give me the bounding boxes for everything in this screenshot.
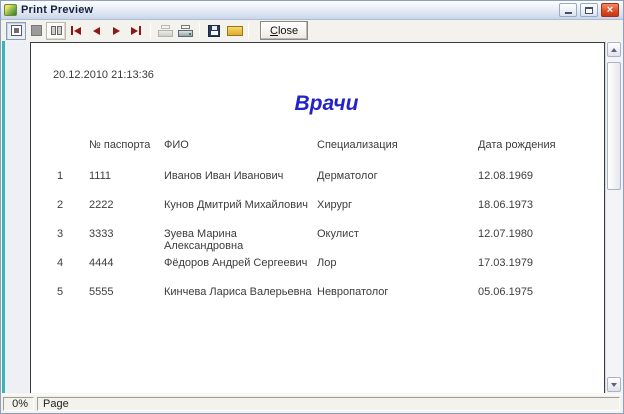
scrollbar-thumb[interactable] xyxy=(607,62,621,190)
table-row: 3 3333 Зуева Марина Александровна Окулис… xyxy=(31,228,604,257)
zoom-100-button[interactable] xyxy=(26,22,46,40)
zoom-level-panel: 0% xyxy=(3,397,34,411)
statusbar: 0% Page xyxy=(1,394,623,413)
cell-specialization: Окулист xyxy=(317,228,359,240)
prev-page-icon xyxy=(92,26,100,35)
report-title: Врачи xyxy=(294,92,359,115)
cell-row-number: 3 xyxy=(57,228,64,240)
printer-setup-button xyxy=(155,22,175,40)
next-page-icon xyxy=(112,26,120,35)
toolbar-separator xyxy=(248,22,249,39)
cell-passport: 3333 xyxy=(89,228,114,240)
cell-specialization: Лор xyxy=(317,257,337,269)
printer-setup-icon xyxy=(157,24,173,37)
cell-specialization: Дерматолог xyxy=(317,170,378,182)
column-header-fio: ФИО xyxy=(164,139,189,151)
cell-fio: Кинчева Лариса Валерьевна xyxy=(164,286,312,298)
two-pages-button[interactable] xyxy=(46,21,66,40)
maximize-icon xyxy=(585,6,593,14)
minimize-button[interactable] xyxy=(559,3,577,17)
cell-row-number: 1 xyxy=(57,170,64,182)
print-button[interactable] xyxy=(175,22,195,40)
table-row: 4 4444 Фёдоров Андрей Сергеевич Лор 17.0… xyxy=(31,257,604,286)
cell-fio: Зуева Марина Александровна xyxy=(164,228,244,252)
cell-fio: Фёдоров Андрей Сергеевич xyxy=(164,257,308,269)
table-row: 1 1111 Иванов Иван Иванович Дерматолог 1… xyxy=(31,170,604,199)
scroll-up-button[interactable] xyxy=(607,42,621,57)
page-container: 20.12.2010 21:13:36 Врачи № паспорта ФИО… xyxy=(5,41,605,393)
table-row: 5 5555 Кинчева Лариса Валерьевна Невропа… xyxy=(31,286,604,315)
titlebar: Print Preview × xyxy=(1,1,623,20)
window-title: Print Preview xyxy=(21,4,94,16)
arrow-down-icon xyxy=(611,382,617,387)
report-table: № паспорта ФИО Специализация Дата рожден… xyxy=(31,139,604,315)
cell-birthdate: 12.07.1980 xyxy=(478,228,534,240)
cell-birthdate: 12.08.1969 xyxy=(478,170,534,182)
cell-passport: 2222 xyxy=(89,199,114,211)
cell-birthdate: 17.03.1979 xyxy=(478,257,534,269)
cell-row-number: 2 xyxy=(57,199,64,211)
save-button[interactable] xyxy=(204,22,224,40)
save-icon xyxy=(208,24,220,37)
cell-passport: 5555 xyxy=(89,286,114,298)
scroll-down-button[interactable] xyxy=(607,377,621,392)
last-page-icon xyxy=(131,26,141,35)
column-header-birthdate: Дата рождения xyxy=(478,139,556,151)
cell-row-number: 5 xyxy=(57,286,64,298)
column-header-passport: № паспорта xyxy=(89,139,151,151)
cell-passport: 1111 xyxy=(89,170,112,182)
minimize-icon xyxy=(564,12,572,14)
toolbar-separator xyxy=(199,22,200,39)
prev-page-button[interactable] xyxy=(86,22,106,40)
cell-specialization: Хирург xyxy=(317,199,352,211)
cell-fio: Кунов Дмитрий Михайлович xyxy=(164,199,308,211)
cell-passport: 4444 xyxy=(89,257,114,269)
last-page-button[interactable] xyxy=(126,22,146,40)
cell-row-number: 4 xyxy=(57,257,64,269)
cell-specialization: Невропатолог xyxy=(317,286,389,298)
report-timestamp: 20.12.2010 21:13:36 xyxy=(53,69,154,81)
open-button[interactable] xyxy=(224,22,244,40)
next-page-button[interactable] xyxy=(106,22,126,40)
arrow-up-icon xyxy=(611,47,617,52)
cell-birthdate: 05.06.1975 xyxy=(478,286,534,298)
table-row: 2 2222 Кунов Дмитрий Михайлович Хирург 1… xyxy=(31,199,604,228)
close-window-button[interactable]: × xyxy=(601,3,619,17)
toolbar: Close xyxy=(1,20,623,41)
close-preview-button[interactable]: Close xyxy=(260,21,309,40)
cell-birthdate: 18.06.1973 xyxy=(478,199,534,211)
cell-fio: Иванов Иван Иванович xyxy=(164,170,284,182)
maximize-button[interactable] xyxy=(580,3,598,17)
two-pages-icon xyxy=(50,26,62,35)
page-status-panel: Page xyxy=(37,397,620,411)
app-icon xyxy=(4,4,17,16)
first-page-button[interactable] xyxy=(66,22,86,40)
print-preview-window: Print Preview × Close 20.12.2010 21:13:3… xyxy=(0,0,624,414)
zoom-100-icon xyxy=(30,25,42,36)
zoom-fit-button[interactable] xyxy=(6,21,26,40)
toolbar-separator xyxy=(150,22,151,39)
column-header-specialization: Специализация xyxy=(317,139,398,151)
print-icon xyxy=(177,24,193,37)
preview-area: 20.12.2010 21:13:36 Врачи № паспорта ФИО… xyxy=(2,41,622,393)
report-page: 20.12.2010 21:13:36 Врачи № паспорта ФИО… xyxy=(30,42,605,393)
vertical-scrollbar[interactable] xyxy=(605,41,622,393)
zoom-fit-icon xyxy=(10,25,22,36)
first-page-icon xyxy=(71,26,81,35)
table-header-row: № паспорта ФИО Специализация Дата рожден… xyxy=(31,139,604,170)
open-icon xyxy=(227,25,243,36)
